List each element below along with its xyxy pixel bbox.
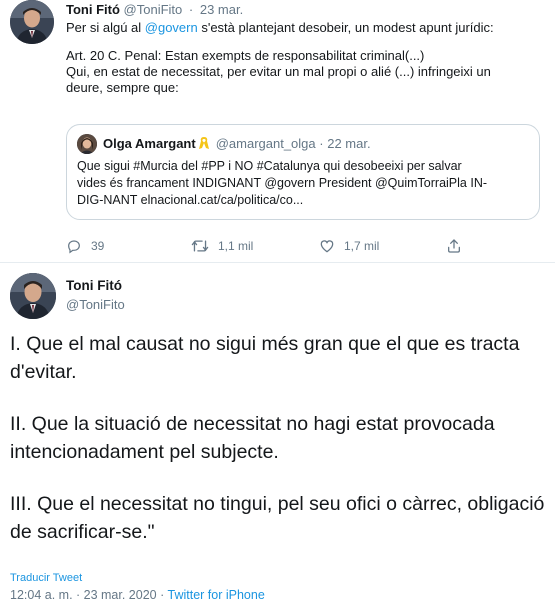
tweet-metadata: 12:04 a. m. · 23 mar. 2020 · Twitter for… <box>10 588 265 602</box>
share-icon <box>446 238 462 254</box>
separator: · <box>319 136 324 151</box>
retweet-icon <box>191 238 209 254</box>
quoted-author-name: Olga Amargant <box>103 136 196 151</box>
text-line: Qui, en estat de necessitat, per evitar … <box>66 64 491 79</box>
author-handle[interactable]: @ToniFito <box>66 297 125 312</box>
text-line: Per si algú al @govern s'està plantejant… <box>66 20 544 36</box>
text-line: vides és francament INDIGNANT @govern Pr… <box>77 176 488 190</box>
text-segment: Per si algú al <box>66 20 145 35</box>
author-name[interactable]: Toni Fitó <box>66 2 120 17</box>
tweet-paragraph: III. Que el necessitat no tingui, pel se… <box>10 493 545 543</box>
tweet-text: I. Que el mal causat no sigui més gran q… <box>10 330 550 570</box>
reply-button[interactable]: 39 <box>66 236 104 256</box>
reply-count: 39 <box>91 239 105 253</box>
share-button[interactable] <box>446 236 462 256</box>
quoted-author-handle: @amargant_olga <box>215 136 316 151</box>
tweet-text: Per si algú al @govern s'està plantejant… <box>66 20 544 96</box>
tweet-paragraph: I. Que el mal causat no sigui més gran q… <box>10 333 520 383</box>
tweet-source-link[interactable]: Twitter for iPhone <box>168 588 265 602</box>
yellow-ribbon-icon <box>198 136 210 153</box>
like-button[interactable]: 1,7 mil <box>319 236 379 256</box>
tweet-timestamp[interactable]: 12:04 a. m. · 23 mar. 2020 · <box>10 588 168 602</box>
heart-icon <box>319 238 335 254</box>
author-handle[interactable]: @ToniFito <box>124 2 183 17</box>
text-line: DIG-NANT elnacional.cat/ca/politica/co..… <box>77 193 304 207</box>
retweet-count: 1,1 mil <box>218 239 254 253</box>
avatar[interactable] <box>10 273 56 319</box>
quoted-header: Olga Amargant @amargant_olga · 22 mar. <box>103 136 371 153</box>
quoted-text: Que sigui #Murcia del #PP i NO #Cataluny… <box>77 158 527 209</box>
avatar[interactable] <box>10 0 54 44</box>
author-name[interactable]: Toni Fitó <box>66 278 122 293</box>
reply-icon <box>66 238 82 254</box>
retweet-button[interactable]: 1,1 mil <box>191 236 253 256</box>
tweet-actions: 39 1,1 mil 1,7 mil <box>66 236 486 256</box>
like-count: 1,7 mil <box>344 239 380 253</box>
quoted-avatar <box>77 134 97 154</box>
quoted-tweet[interactable]: Olga Amargant @amargant_olga · 22 mar. Qu… <box>66 124 540 220</box>
tweet-divider <box>0 262 555 263</box>
tweet-thread-page: Toni Fitó @ToniFito · 23 mar. Per si alg… <box>0 0 555 609</box>
translate-tweet-link[interactable]: Traducir Tweet <box>10 572 82 584</box>
tweet-date[interactable]: 23 mar. <box>200 2 243 17</box>
text-line: Que sigui #Murcia del #PP i NO #Cataluny… <box>77 159 462 173</box>
tweet-paragraph: II. Que la situació de necessitat no hag… <box>10 413 495 463</box>
text-line: Art. 20 C. Penal: Estan exempts de respo… <box>66 48 425 63</box>
mention-link[interactable]: @govern <box>145 20 198 35</box>
separator: · <box>188 2 194 17</box>
reply-tweet[interactable]: Toni Fitó @ToniFito · 23 mar. Per si alg… <box>0 0 555 262</box>
tweet-header: Toni Fitó @ToniFito · 23 mar. <box>66 2 243 17</box>
text-line: deure, sempre que: <box>66 80 179 95</box>
text-segment: s'està plantejant desobeir, un modest ap… <box>197 20 494 35</box>
quoted-date: 22 mar. <box>327 136 371 151</box>
